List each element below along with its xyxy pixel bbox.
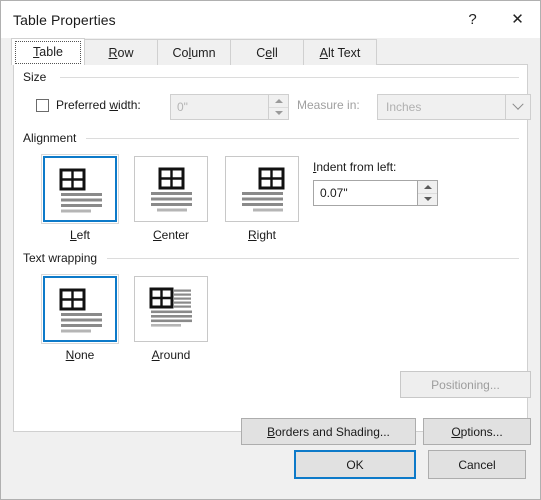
close-icon: ✕ (511, 11, 524, 28)
title-bar-buttons: ? ✕ (450, 1, 540, 38)
cancel-button-label: Cancel (458, 457, 496, 472)
caret-up-icon (274, 98, 283, 103)
indent-from-left-spinner[interactable]: 0.07" (313, 180, 438, 206)
question-mark-icon: ? (468, 11, 477, 28)
indent-from-left-value[interactable]: 0.07" (314, 181, 417, 205)
dialog-footer: OK Cancel (1, 432, 540, 499)
text-wrapping-option-none-caption: None (65, 348, 95, 362)
indent-spin-up[interactable] (418, 181, 437, 193)
table-properties-dialog: Table Properties ? ✕ Table Row Column Ce… (0, 0, 541, 500)
measure-in-dropdown-button[interactable] (505, 95, 530, 119)
tab-cell[interactable]: Cell (230, 39, 304, 65)
dialog-title: Table Properties (13, 11, 116, 28)
alignment-option-left-caption: Left (69, 228, 91, 242)
preferred-width-checkbox[interactable] (36, 99, 49, 112)
align-left-icon (59, 168, 102, 213)
caret-down-icon (423, 197, 432, 202)
indent-spin-down[interactable] (418, 192, 437, 205)
positioning-button-label: Positioning... (431, 377, 500, 392)
close-button[interactable]: ✕ (495, 1, 540, 38)
preferred-width-label: Preferred width: (56, 98, 141, 112)
size-group-rule (60, 77, 519, 78)
tab-alt-text-label: Alt Text (319, 45, 361, 60)
tab-row[interactable]: Row (84, 39, 158, 65)
preferred-width-spin-buttons (268, 95, 288, 119)
alignment-option-center-caption: Center (152, 228, 190, 242)
measure-in-dropdown[interactable]: Inches (377, 94, 531, 120)
tab-column-label: Column (172, 45, 216, 60)
indent-from-left-label: Indent from left: (313, 160, 397, 174)
measure-in-value: Inches (386, 100, 422, 114)
preferred-width-spin-up[interactable] (269, 95, 288, 107)
text-wrapping-option-none[interactable] (41, 274, 119, 344)
help-button[interactable]: ? (450, 1, 495, 38)
text-wrapping-option-around[interactable] (134, 276, 208, 342)
chevron-down-icon (512, 98, 524, 110)
wrap-none-icon (59, 288, 102, 333)
alignment-option-center[interactable] (134, 156, 208, 222)
tab-row-label: Row (108, 45, 134, 60)
tab-table-label: Table (33, 45, 63, 59)
text-wrapping-option-around-caption: Around (151, 348, 191, 362)
size-group-label: Size (23, 70, 53, 84)
table-tab-panel: Size Preferred width: 0" Measure in: Inc… (13, 65, 531, 445)
preferred-width-spinner[interactable]: 0" (170, 94, 289, 120)
preferred-width-spin-down[interactable] (269, 106, 288, 119)
text-wrapping-group-label: Text wrapping (23, 251, 104, 265)
alignment-group-rule (86, 138, 519, 139)
title-bar: Table Properties ? ✕ (1, 1, 540, 38)
text-wrapping-group-rule (107, 258, 519, 259)
align-right-icon (242, 167, 285, 212)
tab-alt-text[interactable]: Alt Text (303, 39, 377, 65)
alignment-option-right-caption: Right (247, 228, 277, 242)
alignment-option-left[interactable] (41, 154, 119, 224)
ok-button[interactable]: OK (294, 450, 416, 479)
wrap-around-icon (149, 287, 192, 327)
ok-button-label: OK (346, 457, 364, 472)
caret-up-icon (423, 184, 432, 189)
alignment-group-label: Alignment (23, 131, 83, 145)
measure-in-label: Measure in: (297, 98, 360, 112)
tab-cell-label: Cell (256, 45, 278, 60)
indent-spin-buttons (417, 181, 437, 205)
tab-strip: Table Row Column Cell Alt Text (1, 38, 540, 65)
align-center-icon (151, 167, 192, 212)
alignment-option-right[interactable] (225, 156, 299, 222)
positioning-button[interactable]: Positioning... (400, 371, 531, 398)
tab-table[interactable]: Table (11, 38, 85, 65)
tab-column[interactable]: Column (157, 39, 231, 65)
caret-down-icon (274, 111, 283, 116)
cancel-button[interactable]: Cancel (428, 450, 526, 479)
preferred-width-value[interactable]: 0" (171, 95, 268, 119)
